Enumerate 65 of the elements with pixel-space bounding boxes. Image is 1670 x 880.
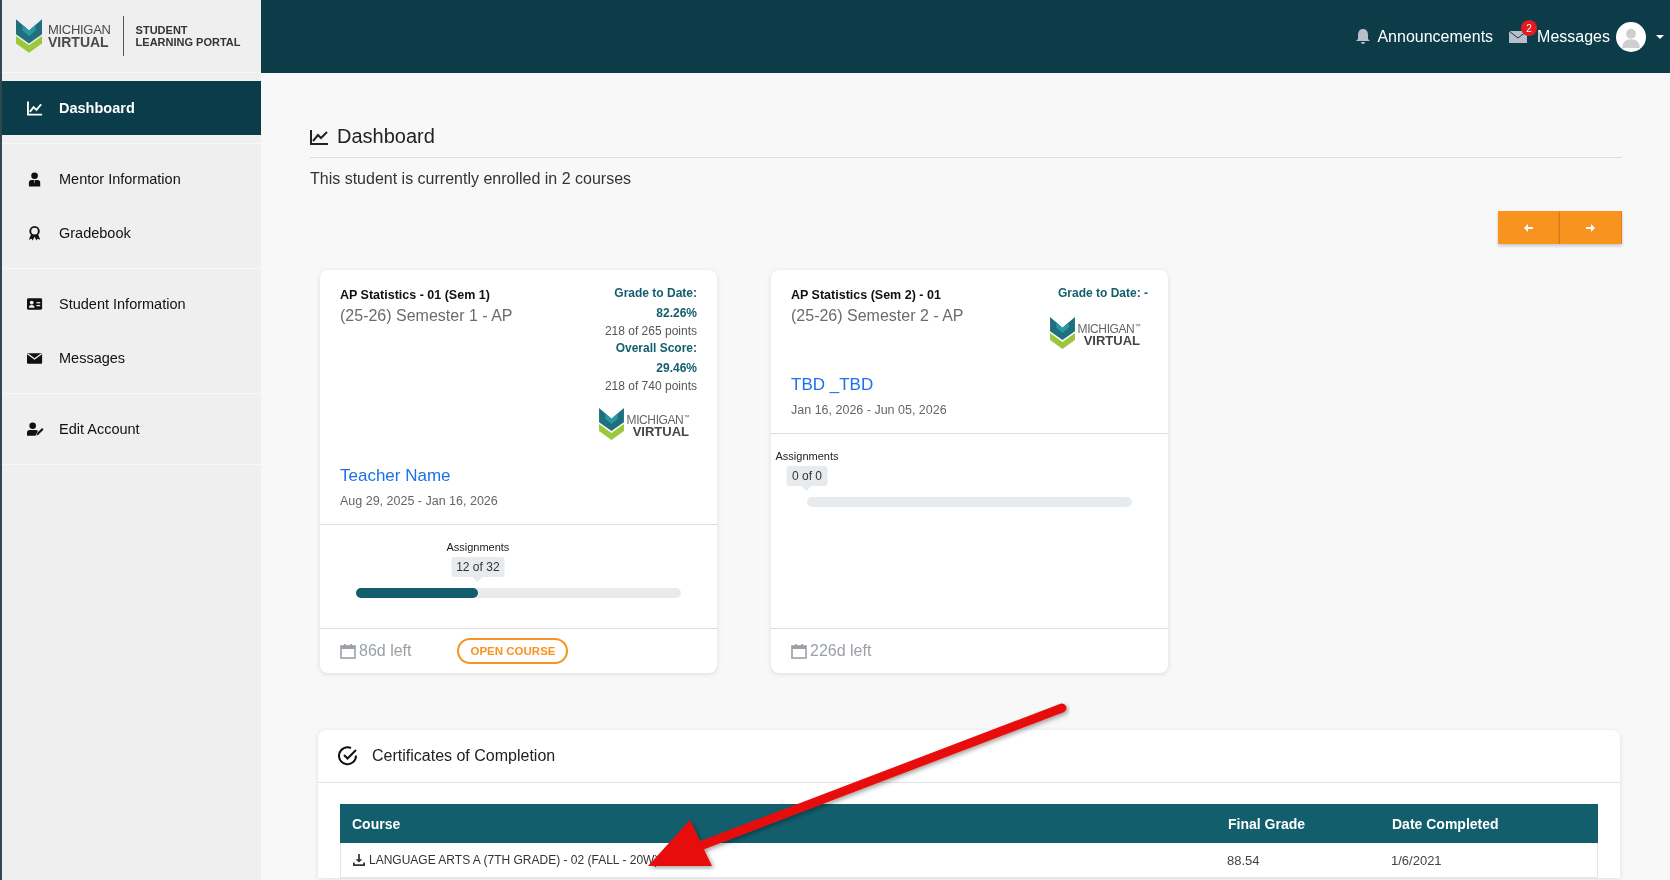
score-points: 218 of 265 points <box>604 323 697 339</box>
assignments-count: 0 of 0 <box>787 466 827 491</box>
logo-text: VIRTUAL <box>48 36 110 49</box>
logo-text: VIRTUAL <box>632 425 689 438</box>
course-term: (25-26) Semester 2 - AP <box>791 307 964 325</box>
envelope-icon <box>1509 29 1528 44</box>
avatar-icon[interactable] <box>1616 21 1646 52</box>
logo-icon <box>16 19 42 53</box>
course-dates: Aug 29, 2025 - Jan 16, 2026 <box>340 494 499 508</box>
course-title: AP Statistics (Sem 2) - 01 <box>791 288 942 302</box>
teacher-link[interactable]: Teacher Name <box>340 466 451 486</box>
logo-text: MICHIGAN$^{™}$ <box>626 411 689 426</box>
check-circle-icon <box>338 746 358 766</box>
sidebar-item[interactable]: Messages <box>2 331 261 385</box>
sidebar-item[interactable]: Edit Account <box>2 402 261 456</box>
teacher-link[interactable]: TBD _TBD <box>791 375 874 395</box>
message-count-badge: 2 <box>1521 20 1538 36</box>
column-header: Date Completed <box>1392 815 1500 832</box>
table-cell-text: 1/6/2021 <box>1391 852 1443 868</box>
portal-title: LEARNING PORTAL <box>135 36 241 48</box>
next-button[interactable] <box>1560 211 1622 244</box>
days-left: 226d left <box>810 642 872 660</box>
sidebar-item[interactable]: Student Information <box>2 277 261 331</box>
user-edit-icon <box>27 420 44 438</box>
arrow-left-icon <box>1524 223 1533 232</box>
score-label: Grade to Date: <box>614 285 697 302</box>
logo-icon <box>1049 317 1075 349</box>
logo-text: MICHIGAN <box>48 23 111 36</box>
assignments-label: Assignments <box>446 541 510 553</box>
previous-button[interactable] <box>1498 211 1560 244</box>
logo-text: VIRTUAL <box>1083 334 1140 347</box>
caret-icon <box>1656 34 1664 39</box>
score-value: 29.46% <box>656 360 697 377</box>
page-title: Dashboard <box>337 125 435 148</box>
bell-icon <box>1355 28 1372 45</box>
course-term: (25-26) Semester 1 - AP <box>340 307 513 325</box>
sidebar-item[interactable]: Dashboard <box>2 81 261 135</box>
column-header: Course <box>352 815 402 832</box>
enrollment-summary: This student is currently enrolled in 2 courses <box>310 170 633 188</box>
portal-title: STUDENT <box>135 24 189 36</box>
chart-icon <box>310 128 329 145</box>
logo-icon <box>598 408 624 440</box>
table-cell-text: 88.54 <box>1227 852 1261 868</box>
logo-text: MICHIGAN$^{™}$ <box>1077 320 1140 335</box>
score-value: 82.26% <box>656 305 697 322</box>
arrow-right-icon <box>1586 223 1595 232</box>
days-left: 86d left <box>359 642 412 660</box>
messages-link[interactable]: Messages <box>1537 27 1610 46</box>
score-label: Overall Score: <box>615 340 697 357</box>
download-icon <box>353 854 365 866</box>
score-label: Grade to Date: - <box>1058 285 1148 302</box>
assignments-count: 12 of 32 <box>451 557 505 582</box>
sidebar-item[interactable]: Mentor Information <box>2 152 261 206</box>
course-dates: Jan 16, 2026 - Jun 05, 2026 <box>791 403 948 417</box>
score-points: 218 of 740 points <box>604 378 697 394</box>
chart-icon <box>27 99 44 117</box>
id-card-icon <box>27 295 44 313</box>
course-title: AP Statistics - 01 (Sem 1) <box>340 288 491 302</box>
announcements-link[interactable]: Announcements <box>1377 27 1494 46</box>
calendar-icon <box>791 643 807 659</box>
sidebar-item[interactable]: Gradebook <box>2 206 261 260</box>
column-header: Final Grade <box>1228 815 1307 832</box>
panel-title: Certificates of Completion <box>372 747 556 765</box>
assignments-label: Assignments <box>775 450 839 462</box>
calendar-icon <box>340 643 356 659</box>
